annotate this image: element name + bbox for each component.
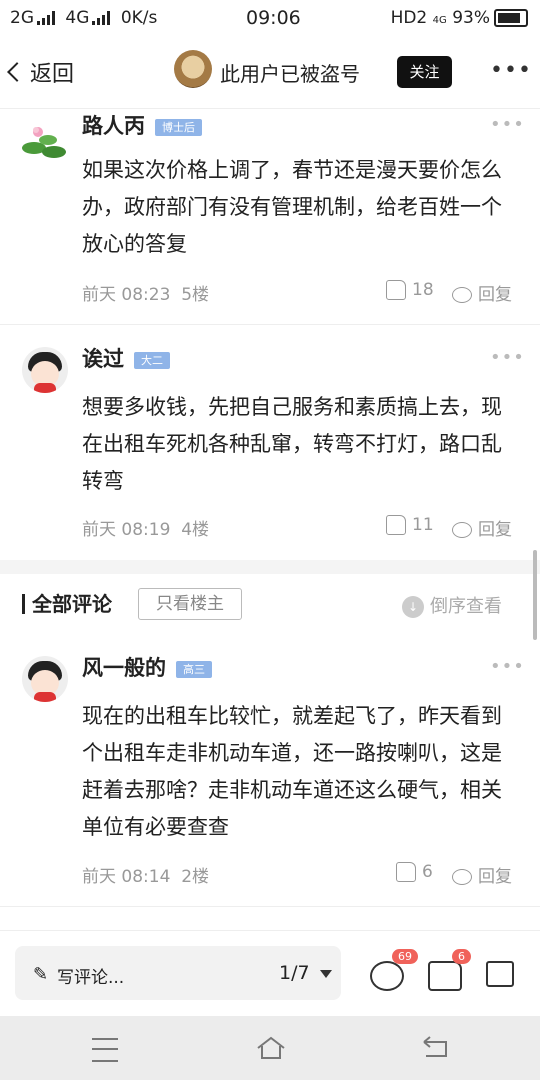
battery-percent: 93% <box>452 8 490 28</box>
thumb-up-icon <box>396 862 416 882</box>
only-owner-button[interactable]: 只看楼主 <box>138 588 242 620</box>
like-button[interactable]: 11 <box>386 515 434 535</box>
signal-icon <box>37 11 57 25</box>
comment-meta: 前天 08:14 2楼 <box>82 867 210 887</box>
signal-icon <box>92 11 112 25</box>
comment-item: 风一般的 高三 ••• 现在的出租车比较忙，就差起飞了，昨天看到个出租车走非机动车… <box>0 636 540 907</box>
section-divider <box>0 560 540 574</box>
network-speed: 0K/s <box>120 8 158 28</box>
network-4g: 4G <box>65 8 90 28</box>
comment-meta: 前天 08:23 5楼 <box>82 285 210 305</box>
comment-placeholder: 写评论... <box>57 968 125 988</box>
comment-more-icon[interactable]: ••• <box>490 656 525 677</box>
pencil-icon: ✎ <box>33 964 49 985</box>
thumb-up-icon <box>386 280 406 300</box>
status-right: HD2 4G 93% <box>391 8 528 28</box>
scrollbar[interactable] <box>533 550 537 640</box>
reply-button[interactable]: 回复 <box>452 862 512 887</box>
follow-button[interactable]: 关注 <box>397 56 452 88</box>
bottom-action-bar: ✎ 写评论... 1/7 69 6 <box>0 930 540 1017</box>
comment-text: 如果这次价格上调了，春节还是漫天要价怎么办，政府部门有没有管理机制，给老百姓一个… <box>82 158 502 256</box>
back-nav-icon[interactable] <box>420 1034 450 1060</box>
net-indicator: 4G <box>432 15 447 26</box>
comment-text: 想要多收钱，先把自己服务和素质搞上去，现在出租车死机各种乱窜，转弯不打灯，路口乱… <box>82 395 502 493</box>
status-left: 2G 4G 0K/s <box>10 8 157 28</box>
top-navbar: 返回 此用户已被盗号 关注 ••• <box>0 36 540 109</box>
comment-meta: 前天 08:19 4楼 <box>82 520 210 540</box>
comment-more-icon[interactable]: ••• <box>490 347 525 368</box>
user-avatar[interactable] <box>22 347 68 393</box>
reply-button[interactable]: 回复 <box>452 515 512 540</box>
all-comments-header: 全部评论 只看楼主 ↓ 倒序查看 <box>0 574 540 634</box>
more-icon[interactable]: ••• <box>490 58 532 83</box>
like-button[interactable]: 18 <box>386 280 434 300</box>
comment-count-badge: 69 <box>392 949 418 964</box>
comment-text: 现在的出租车比较忙，就差起飞了，昨天看到个出租车走非机动车道，还一路按喇叭，这是… <box>82 704 502 839</box>
menu-icon[interactable] <box>92 1038 118 1062</box>
comment-more-icon[interactable]: ••• <box>490 114 525 135</box>
chevron-down-icon[interactable] <box>320 970 332 978</box>
section-marker <box>22 594 25 614</box>
back-button[interactable]: 返回 <box>7 56 75 88</box>
user-avatar[interactable] <box>22 656 68 702</box>
reply-bubble-icon <box>452 522 472 538</box>
like-count-badge: 6 <box>452 949 471 964</box>
comment-button[interactable] <box>370 961 404 991</box>
thumb-up-icon <box>386 515 406 535</box>
comment-username[interactable]: 风一般的 高三 <box>82 652 212 682</box>
reply-bubble-icon <box>452 287 472 303</box>
system-nav-bar <box>0 1016 540 1080</box>
reply-button[interactable]: 回复 <box>452 280 512 305</box>
hd-indicator: HD2 <box>390 8 428 28</box>
comment-input[interactable]: ✎ 写评论... 1/7 <box>15 946 341 1000</box>
comment-icon <box>370 961 404 991</box>
battery-icon <box>494 9 528 27</box>
comment-item: 诶过 大二 ••• 想要多收钱，先把自己服务和素质搞上去，现在出租车死机各种乱窜，… <box>0 325 540 560</box>
level-badge: 博士后 <box>155 119 202 136</box>
level-badge: 高三 <box>176 661 212 678</box>
section-title: 全部评论 <box>32 592 112 616</box>
clock: 09:06 <box>246 7 301 29</box>
status-bar: 2G 4G 0K/s 09:06 HD2 4G 93% <box>0 0 540 36</box>
lotus-avatar[interactable] <box>20 118 70 160</box>
back-label: 返回 <box>30 62 75 87</box>
network-2g: 2G <box>10 8 34 28</box>
author-avatar[interactable] <box>174 50 212 88</box>
comment-username[interactable]: 路人丙 博士后 <box>82 110 202 140</box>
like-button[interactable]: 6 <box>396 862 433 882</box>
home-icon[interactable] <box>256 1034 285 1060</box>
share-icon <box>486 961 514 987</box>
share-button[interactable] <box>486 961 514 987</box>
comment-item: 路人丙 博士后 ••• 如果这次价格上调了，春节还是漫天要价怎么办，政府部门有没有… <box>0 108 540 325</box>
page-indicator[interactable]: 1/7 <box>279 962 310 984</box>
comment-username[interactable]: 诶过 大二 <box>82 343 170 373</box>
like-post-button[interactable] <box>428 961 462 991</box>
back-chevron-icon <box>7 62 27 82</box>
sort-toggle[interactable]: ↓ 倒序查看 <box>402 592 502 618</box>
page-title: 此用户已被盗号 <box>220 62 360 86</box>
reply-bubble-icon <box>452 869 472 885</box>
level-badge: 大二 <box>134 352 170 369</box>
like-icon <box>428 961 462 991</box>
sort-icon: ↓ <box>402 596 424 618</box>
